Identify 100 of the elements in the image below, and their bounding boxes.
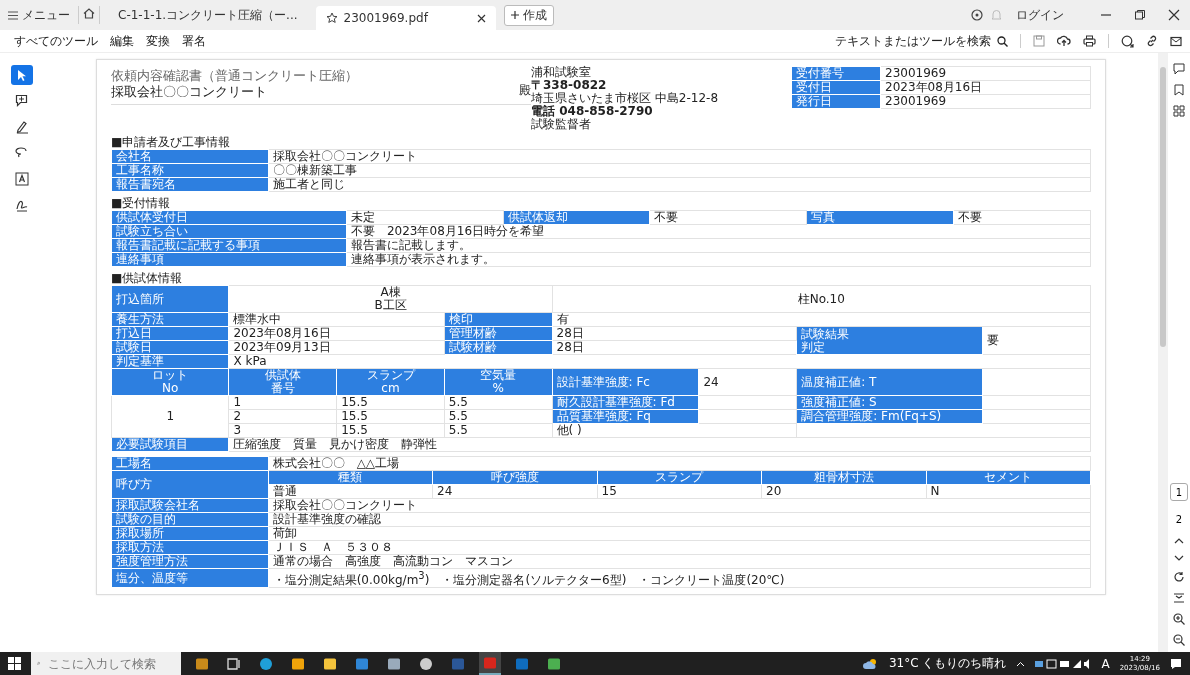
table-cell: 施工者と同じ [268,177,1091,192]
toolbar-menu[interactable]: 編集 [110,32,134,50]
cursor-icon [16,68,28,82]
app-icon [547,656,561,671]
bookmark-icon[interactable] [1173,84,1185,96]
app-icon [259,656,273,671]
app-icon [195,656,209,671]
windows-start-icon[interactable] [8,657,21,670]
field-label: 設計基準強度: Fc [552,368,699,396]
field-label: 受付番号 [791,66,881,81]
address-line: 浦和試験室 [531,66,592,79]
page-number[interactable]: 1 [1170,483,1188,501]
table-cell: 20 [761,484,926,499]
table-cell: 2 [228,409,337,424]
scroll-thumb[interactable] [1160,67,1166,347]
search-icon [997,35,1008,47]
zoom-out-icon[interactable] [1173,634,1185,646]
table-cell: 1 [228,395,337,410]
table-cell: 24 [698,368,797,396]
table-cell: ・塩分測定結果(0.00kg/m$^{3}$) ・塩分測定器名(ソルテクター6型) ・コンクリート温度(20℃) [268,568,1091,588]
table-cell: 未定 [346,210,504,225]
link-icon[interactable] [1146,35,1158,47]
field-label: 供試体受付日 [111,210,347,225]
table-cell: 5.5 [444,395,553,410]
document-tab[interactable]: C-1-1-1.コンクリート圧縮（ー... [108,3,308,27]
table-cell: X kPa [228,354,1091,369]
toolbar-menu[interactable]: すべてのツール [14,32,98,50]
toolbar-menu[interactable]: 署名 [182,32,206,50]
section-heading: ■供試体情報 [111,271,184,285]
field-label: 写真 [806,210,954,225]
table-cell: 2023年09月13日 [228,340,445,355]
cloud-upload-icon[interactable] [1057,35,1071,47]
home-button[interactable] [78,6,100,24]
grid-icon[interactable] [1173,105,1185,117]
table-cell: 23001969 [880,66,1091,81]
page-number[interactable]: 2 [1170,510,1188,528]
plus-icon [510,11,519,19]
help-icon[interactable] [971,9,983,21]
taskbar-search-field[interactable]: ここに入力して検索 [46,655,175,672]
table-cell: 連絡事項が表示されます。 [346,252,1091,267]
document-title: 依頼内容確認書（普通コンクリート圧縮） [111,68,359,84]
create-button[interactable]: 作成 [503,4,554,26]
chevron-up-icon[interactable] [1174,537,1184,545]
app-icon [355,656,369,671]
fit-page-icon[interactable] [1173,592,1185,604]
input-mode-indicator[interactable]: A [1101,656,1110,671]
table-cell: 採取会社〇〇コンクリート [268,149,1091,164]
notification-icon[interactable] [1170,657,1182,670]
save-icon[interactable] [1033,35,1045,47]
mail-icon[interactable] [1170,35,1182,47]
toolbar-menu[interactable]: 変換 [146,32,170,50]
table-cell: N [926,484,1091,499]
app-icon [483,655,497,670]
table-cell: ＪＩＳ Ａ ５３０８ [268,540,1091,555]
app-icon [291,656,305,671]
table-cell: 5.5 [444,423,553,438]
honorific: 殿 [519,84,531,97]
section-heading: ■受付情報 [111,196,172,210]
table-cell: 5.5 [444,409,553,424]
table-cell: 株式会社〇〇 △△工場 [268,456,1091,471]
app-icon [451,656,465,671]
address-line: 〒338-0822 [531,79,608,92]
zoom-in-icon[interactable] [1173,613,1185,625]
weather-text[interactable]: 31°C くもりのち晴れ [888,655,1007,672]
table-cell: 3 [228,423,337,438]
field-label: 呼び方 [111,470,269,499]
app-icon [227,656,241,671]
scrollbar[interactable] [1158,53,1168,652]
table-cell: 23001969 [880,94,1091,109]
comment-icon[interactable] [1173,63,1185,75]
table-cell: 不要 [649,210,807,225]
app-icon [419,656,433,671]
address-line: 埼玉県さいたま市桜区 中島2-12-8 [531,92,719,105]
field-label: 温度補正値: T [796,368,983,396]
table-cell: 28日 [552,340,797,355]
menu-icon [8,10,18,20]
recipient-company: 採取会社〇〇コンクリート [111,84,267,100]
restore-icon[interactable] [1134,9,1146,21]
close-icon[interactable] [1168,9,1180,21]
search-box[interactable]: ここに入力して検索 [31,652,181,675]
cloud-sun-icon [862,657,879,670]
close-icon[interactable] [476,13,486,23]
tab-label: 23001969.pdf [343,11,430,25]
table-cell: 他( ) [552,423,797,438]
section-heading: ■申請者及び工事情報 [111,135,232,149]
login-button[interactable]: ログイン [1016,6,1064,24]
tool-search-button[interactable]: テキストまたはツールを検索 [835,32,1008,50]
document-tab[interactable]: 23001969.pdf [315,6,496,30]
print-icon[interactable] [1083,35,1096,47]
table-cell: 15.5 [336,423,445,438]
table-cell: 要 [982,326,1091,355]
table-cell: 圧縮強度 質量 見かけ密度 静弾性 [228,437,1091,452]
table-cell: 15 [597,484,762,499]
table-cell: 不要 [953,210,1091,225]
chevron-down-icon[interactable] [1174,554,1184,562]
menu-button[interactable]: メニュー [8,6,70,24]
refresh-icon[interactable] [1173,571,1185,583]
field-label: 試験結果 判定 [796,326,983,355]
share-icon[interactable] [1121,34,1134,48]
lasso-icon [15,146,29,160]
